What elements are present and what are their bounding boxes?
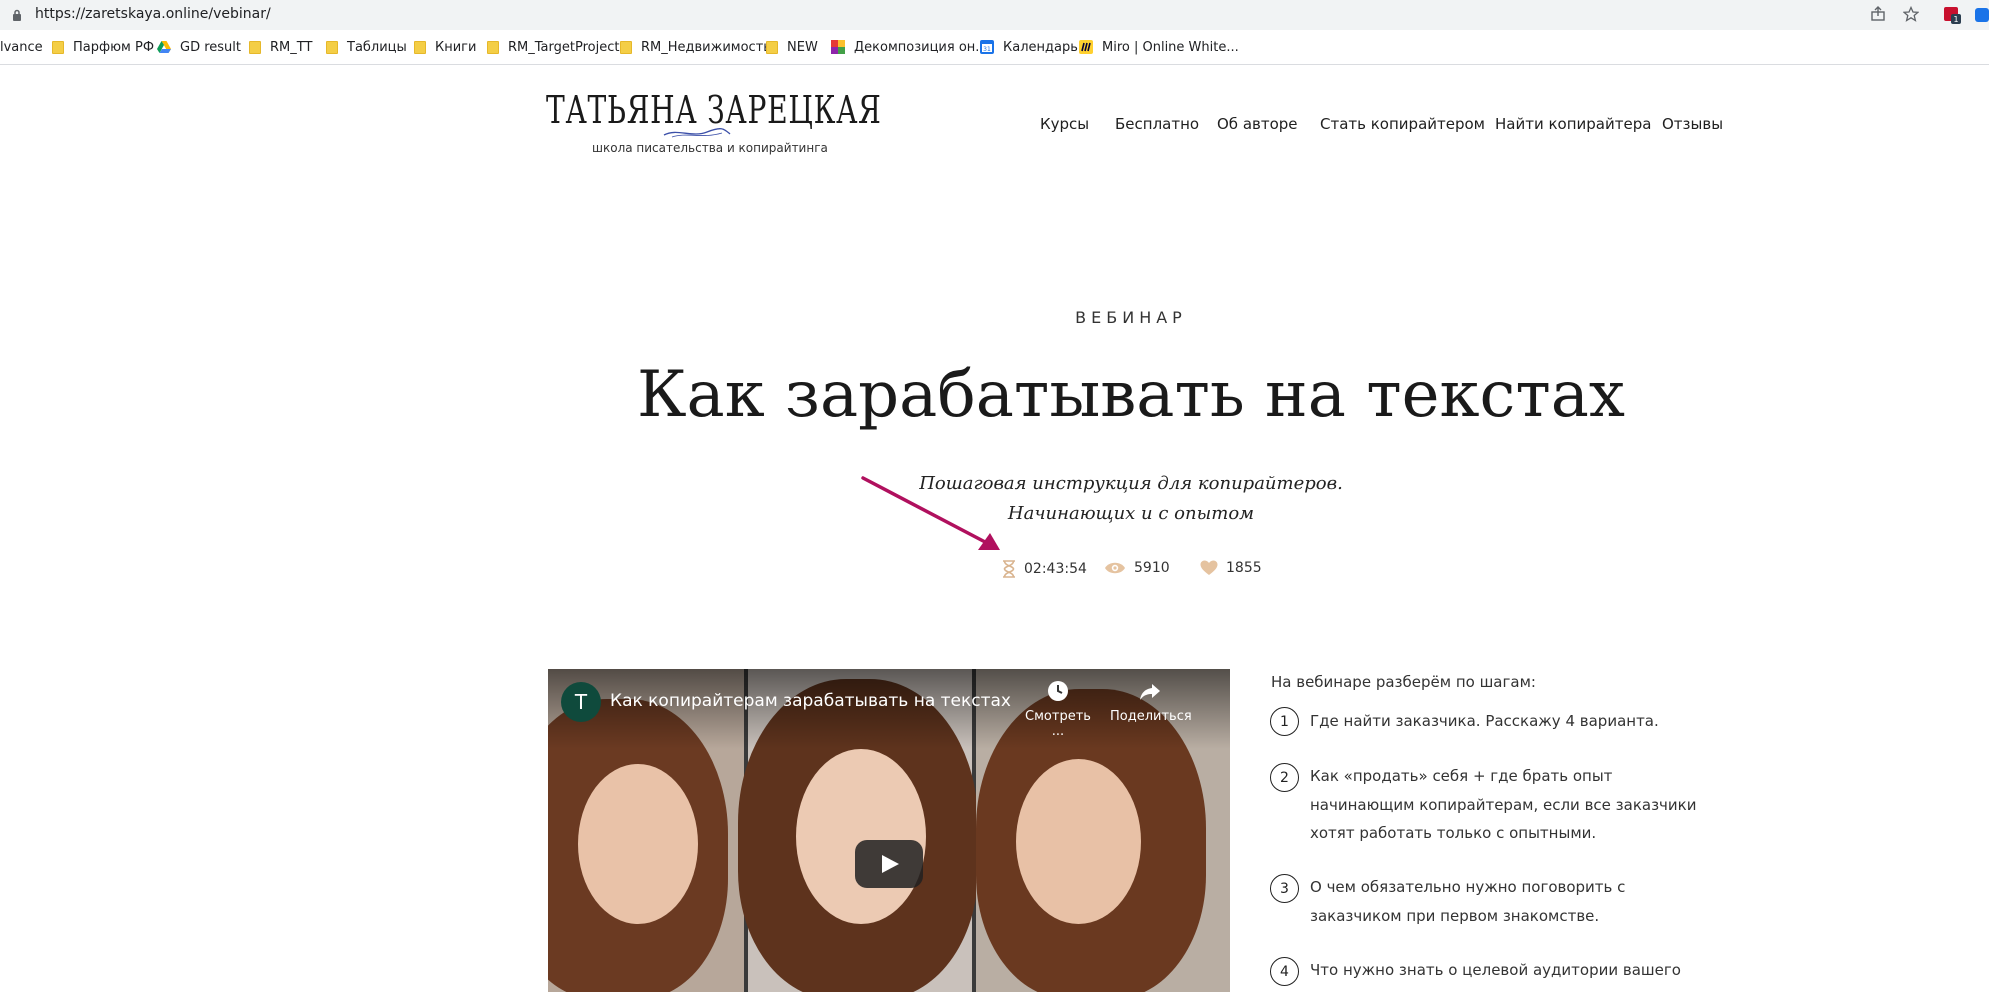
page-eyebrow: ВЕБИНАР (1075, 308, 1187, 327)
duration-stat: 02:43:54 (1002, 560, 1087, 578)
annotation-arrow (861, 476, 1000, 550)
nav-free[interactable]: Бесплатно (1115, 115, 1199, 133)
step-text: О чем обязательно нужно поговорить с зак… (1310, 878, 1626, 925)
logo-subtitle: школа писательства и копирайтинга (592, 141, 828, 155)
bookmark-rm-realty[interactable]: RM_Недвижимость (620, 34, 771, 60)
lock-icon (13, 9, 21, 21)
extension-2-icon[interactable] (1975, 5, 1989, 29)
video-player[interactable]: T Как копирайтерам зарабатывать на текст… (548, 669, 1230, 992)
page-title: Как зарабатывать на текстах (637, 358, 1625, 432)
miro-icon (1079, 40, 1093, 54)
play-icon (882, 855, 899, 873)
logo-swirl-icon (663, 128, 731, 138)
folder-icon (487, 40, 499, 54)
address-bar[interactable]: https://zaretskaya.online/vebinar/ 1 (0, 0, 1989, 30)
eye-icon (1105, 562, 1125, 574)
step-text: Что нужно знать о целевой аудитории ваше… (1310, 961, 1681, 979)
step-number: 4 (1270, 957, 1299, 986)
likes-stat[interactable]: 1855 (1200, 560, 1262, 576)
folder-icon (249, 40, 261, 54)
folder-icon (52, 40, 64, 54)
step-number: 1 (1270, 707, 1299, 736)
nav-about[interactable]: Об авторе (1217, 115, 1298, 133)
url-text[interactable]: https://zaretskaya.online/vebinar/ (35, 6, 271, 22)
svg-text:31: 31 (983, 46, 991, 53)
bookmark-lvance[interactable]: lvance (0, 34, 43, 60)
hourglass-icon (1003, 560, 1015, 578)
channel-avatar[interactable]: T (561, 682, 601, 722)
watch-later-button[interactable]: Смотреть ... (1018, 679, 1098, 739)
duration-value: 02:43:54 (1024, 561, 1087, 577)
bookmark-decomposition[interactable]: Декомпозиция он... (831, 34, 988, 60)
toolbar-divider (0, 64, 1989, 65)
video-title[interactable]: Как копирайтерам зарабатывать на текстах (610, 691, 1011, 711)
google-drive-icon (157, 41, 171, 53)
bookmark-rm-targetproject[interactable]: RM_TargetProject (487, 34, 619, 60)
step-number: 2 (1270, 763, 1299, 792)
bookmarks-bar: lvance Парфюм РФ GD result RM_TT Таблицы… (0, 34, 1989, 60)
step-text: Где найти заказчика. Расскажу 4 варианта… (1310, 712, 1659, 730)
step-number: 3 (1270, 874, 1299, 903)
bookmark-gd-result[interactable]: GD result (157, 34, 241, 60)
extension-badge: 1 (1953, 15, 1958, 24)
bookmark-new[interactable]: NEW (766, 34, 818, 60)
bookmark-books[interactable]: Книги (414, 34, 476, 60)
bookmark-calendar[interactable]: 31 Календарь (980, 34, 1078, 60)
folder-icon (326, 40, 338, 54)
folder-icon (766, 40, 778, 54)
share-button[interactable]: Поделиться (1110, 679, 1192, 724)
nav-courses[interactable]: Курсы (1040, 115, 1089, 133)
bookmark-miro[interactable]: Miro | Online White... (1079, 34, 1239, 60)
nav-find-copywriter[interactable]: Найти копирайтера (1495, 115, 1651, 133)
step-text: Как «продать» себя + где брать опыт начи… (1310, 767, 1697, 842)
bookmark-parfum[interactable]: Парфюм РФ (52, 34, 154, 60)
share-arrow-icon (1140, 684, 1160, 700)
colorful-squares-icon (831, 40, 845, 54)
share-icon[interactable] (1870, 6, 1886, 26)
play-button[interactable] (855, 840, 923, 888)
heart-icon (1200, 560, 1218, 575)
nav-reviews[interactable]: Отзывы (1662, 115, 1723, 133)
extension-icon[interactable]: 1 (1944, 5, 1964, 29)
views-value: 5910 (1134, 560, 1170, 576)
views-stat: 5910 (1104, 560, 1170, 576)
folder-icon (414, 40, 426, 54)
calendar-icon: 31 (980, 40, 994, 54)
nav-become-copywriter[interactable]: Стать копирайтером (1320, 115, 1485, 133)
steps-intro: На вебинаре разберём по шагам: (1271, 673, 1536, 691)
clock-icon (1048, 681, 1068, 701)
likes-value: 1855 (1226, 560, 1262, 576)
bookmark-tables[interactable]: Таблицы (326, 34, 407, 60)
bookmark-star-icon[interactable] (1902, 5, 1920, 26)
bookmark-rm-tt[interactable]: RM_TT (249, 34, 312, 60)
folder-icon (620, 40, 632, 54)
